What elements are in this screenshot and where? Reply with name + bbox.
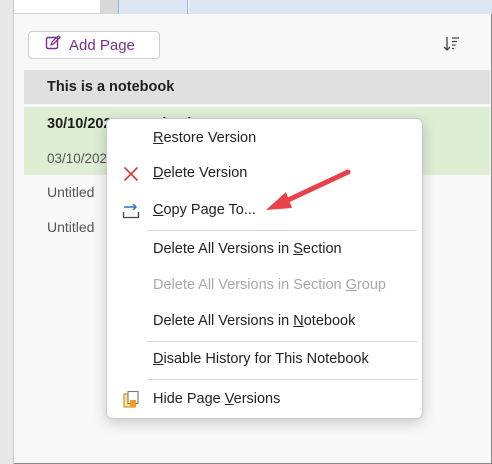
menu-item-label: Delete All Versions in Section Group	[153, 277, 386, 293]
menu-item-label: Disable History for This Notebook	[153, 351, 369, 367]
page-title: Untitled	[47, 184, 95, 200]
context-menu: Restore Version Delete Version Copy Page…	[106, 118, 423, 419]
menu-item-delete-all-section[interactable]: Delete All Versions in Section	[107, 234, 422, 264]
menu-item-label: Delete Version	[153, 165, 248, 181]
menu-item-delete-all-notebook[interactable]: Delete All Versions in Notebook	[107, 306, 422, 336]
sort-icon[interactable]	[442, 34, 462, 54]
add-page-label: Add Page	[69, 36, 135, 54]
menu-item-restore-version[interactable]: Restore Version	[107, 123, 422, 153]
menu-item-label: Delete All Versions in Notebook	[153, 313, 356, 329]
menu-item-delete-all-section-group: Delete All Versions in Section Group	[107, 270, 422, 300]
page-title: Untitled	[47, 219, 95, 235]
menu-item-hide-page-versions[interactable]: Hide Page Versions	[107, 384, 422, 414]
menu-item-copy-page-to[interactable]: Copy Page To...	[107, 195, 422, 225]
top-tab[interactable]	[100, 0, 118, 14]
menu-item-label: Delete All Versions in Section	[153, 241, 342, 257]
menu-separator	[147, 341, 417, 342]
close-icon	[121, 164, 141, 184]
section-tabs-strip	[0, 0, 14, 464]
page-list-item-selected[interactable]: This is a notebook	[24, 70, 490, 104]
page-versions-icon	[121, 390, 141, 410]
top-tab-bar	[14, 0, 492, 14]
copy-page-icon	[121, 201, 141, 221]
menu-item-label: Copy Page To...	[153, 202, 256, 218]
menu-item-disable-history[interactable]: Disable History for This Notebook	[107, 344, 422, 374]
menu-separator	[147, 379, 417, 380]
menu-separator	[147, 230, 417, 231]
add-page-button[interactable]: Add Page	[28, 31, 160, 59]
top-tab-strip	[189, 0, 492, 14]
menu-item-delete-version[interactable]: Delete Version	[107, 158, 422, 188]
add-page-icon	[45, 35, 61, 55]
menu-item-label: Hide Page Versions	[153, 391, 281, 407]
top-tab-active[interactable]	[118, 0, 188, 14]
page-title: 03/10/2023	[47, 150, 115, 166]
page-title: This is a notebook	[47, 79, 175, 95]
menu-item-label: Restore Version	[153, 130, 257, 146]
